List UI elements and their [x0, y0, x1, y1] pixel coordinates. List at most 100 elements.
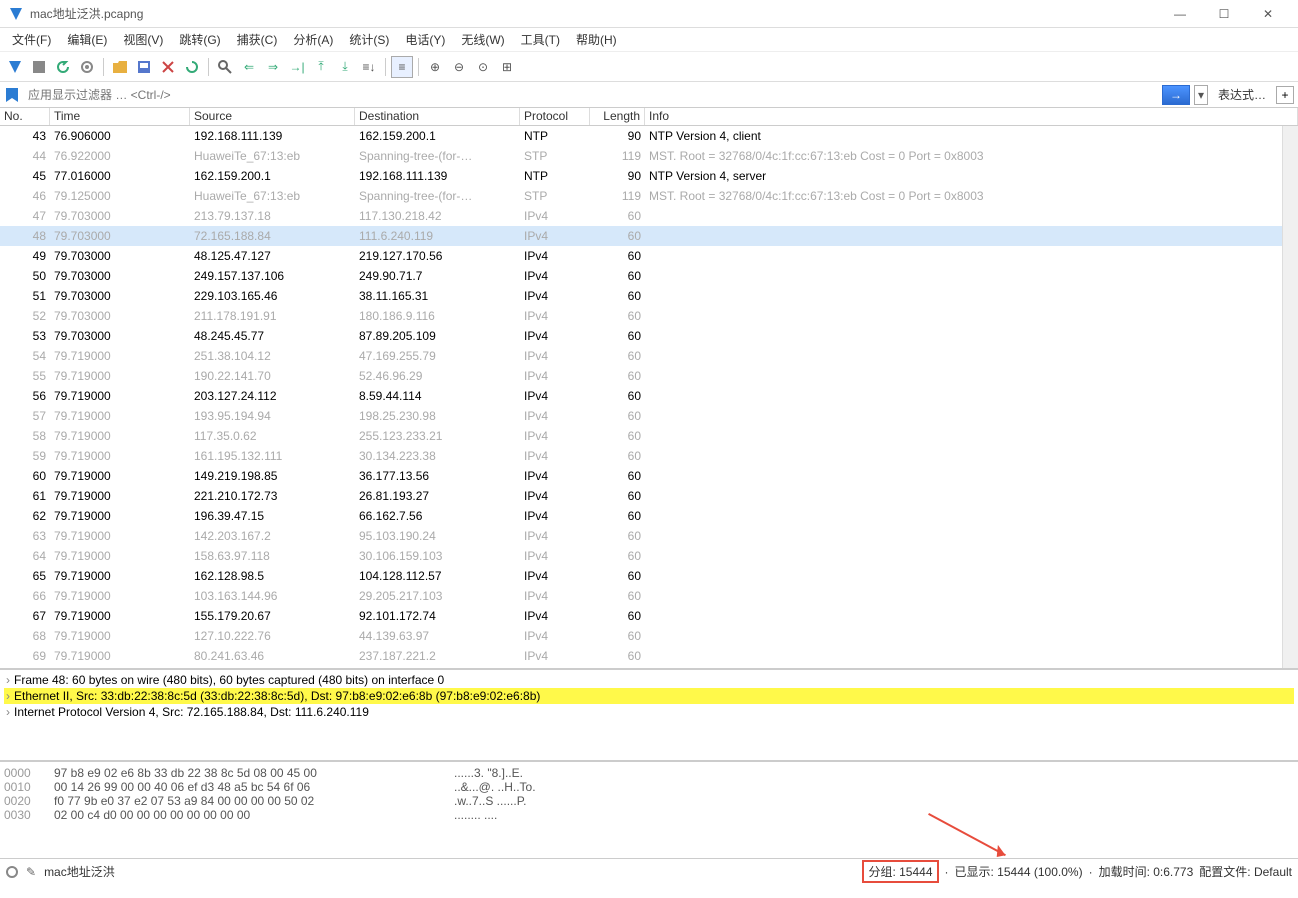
expression-label[interactable]: 表达式… [1212, 86, 1272, 103]
packet-row[interactable]: 6079.719000149.219.198.8536.177.13.56IPv… [0, 466, 1298, 486]
col-no[interactable]: No. [0, 108, 50, 125]
menu-capture[interactable]: 捕获(C) [229, 29, 286, 50]
save-icon[interactable] [133, 56, 155, 78]
packet-row[interactable]: 4577.016000162.159.200.1192.168.111.139N… [0, 166, 1298, 186]
autoscroll-icon[interactable]: ≡↓ [358, 56, 380, 78]
menubar: 文件(F) 编辑(E) 视图(V) 跳转(G) 捕获(C) 分析(A) 统计(S… [0, 28, 1298, 52]
packet-row[interactable]: 5179.703000229.103.165.4638.11.165.31IPv… [0, 286, 1298, 306]
packet-row[interactable]: 6479.719000158.63.97.11830.106.159.103IP… [0, 546, 1298, 566]
status-file: mac地址泛洪 [44, 863, 115, 880]
menu-go[interactable]: 跳转(G) [171, 29, 228, 50]
menu-statistics[interactable]: 统计(S) [341, 29, 397, 50]
packet-bytes[interactable]: 000097 b8 e9 02 e6 8b 33 db 22 38 8c 5d … [0, 760, 1298, 858]
start-capture-icon[interactable] [4, 56, 26, 78]
packet-row[interactable]: 4679.125000HuaweiTe_67:13:ebSpanning-tre… [0, 186, 1298, 206]
status-sep1: · [945, 865, 949, 879]
expand-icon[interactable]: › [6, 689, 10, 703]
packet-row[interactable]: 4376.906000192.168.111.139162.159.200.1N… [0, 126, 1298, 146]
last-icon[interactable]: ⤓ [334, 56, 356, 78]
col-protocol[interactable]: Protocol [520, 108, 590, 125]
restart-capture-icon[interactable] [52, 56, 74, 78]
packet-row[interactable]: 6879.719000127.10.222.7644.139.63.97IPv4… [0, 626, 1298, 646]
packet-row[interactable]: 6779.719000155.179.20.6792.101.172.74IPv… [0, 606, 1298, 626]
menu-tools[interactable]: 工具(T) [513, 29, 568, 50]
menu-edit[interactable]: 编辑(E) [59, 29, 115, 50]
menu-view[interactable]: 视图(V) [115, 29, 171, 50]
packet-scrollbar[interactable] [1282, 126, 1298, 668]
jump-icon[interactable]: →| [286, 56, 308, 78]
menu-telephony[interactable]: 电话(Y) [397, 29, 453, 50]
packet-row[interactable]: 4879.70300072.165.188.84111.6.240.119IPv… [0, 226, 1298, 246]
bookmark-icon[interactable] [4, 87, 20, 103]
next-icon[interactable]: ⇒ [262, 56, 284, 78]
window-title: mac地址泛洪.pcapng [30, 5, 1158, 22]
minimize-button[interactable]: — [1158, 0, 1202, 28]
zoom-reset-icon[interactable]: ⊙ [472, 56, 494, 78]
col-source[interactable]: Source [190, 108, 355, 125]
toolbar: ⇐ ⇒ →| ⤒ ⤓ ≡↓ ≡ ⊕ ⊖ ⊙ ⊞ [0, 52, 1298, 82]
hex-row[interactable]: 0020f0 77 9b e0 37 e2 07 53 a9 84 00 00 … [4, 794, 1294, 808]
resize-columns-icon[interactable]: ⊞ [496, 56, 518, 78]
statusbar: ✎ mac地址泛洪 分组: 15444 · 已显示: 15444 (100.0%… [0, 858, 1298, 884]
packet-row[interactable]: 5079.703000249.157.137.106249.90.71.7IPv… [0, 266, 1298, 286]
packet-row[interactable]: 5779.719000193.95.194.94198.25.230.98IPv… [0, 406, 1298, 426]
stop-capture-icon[interactable] [28, 56, 50, 78]
expand-icon[interactable]: › [6, 673, 10, 687]
menu-wireless[interactable]: 无线(W) [453, 29, 512, 50]
menu-file[interactable]: 文件(F) [4, 29, 59, 50]
packet-row[interactable]: 4779.703000213.79.137.18117.130.218.42IP… [0, 206, 1298, 226]
display-filter-input[interactable] [24, 86, 1158, 104]
reload-icon[interactable] [181, 56, 203, 78]
first-icon[interactable]: ⤒ [310, 56, 332, 78]
packet-row[interactable]: 5279.703000211.178.191.91180.186.9.116IP… [0, 306, 1298, 326]
column-headers: No. Time Source Destination Protocol Len… [0, 108, 1298, 126]
menu-analyze[interactable]: 分析(A) [285, 29, 341, 50]
expert-info-icon[interactable] [6, 866, 18, 878]
packet-row[interactable]: 5479.719000251.38.104.1247.169.255.79IPv… [0, 346, 1298, 366]
add-filter-button[interactable]: + [1276, 86, 1294, 104]
close-file-icon[interactable] [157, 56, 179, 78]
packet-row[interactable]: 5979.719000161.195.132.11130.134.223.38I… [0, 446, 1298, 466]
zoom-in-icon[interactable]: ⊕ [424, 56, 446, 78]
detail-row[interactable]: ›Frame 48: 60 bytes on wire (480 bits), … [4, 672, 1294, 688]
packet-row[interactable]: 6579.719000162.128.98.5104.128.112.57IPv… [0, 566, 1298, 586]
hex-row[interactable]: 003002 00 c4 d0 00 00 00 00 00 00 00 00.… [4, 808, 1294, 822]
open-icon[interactable] [109, 56, 131, 78]
status-displayed: 已显示: 15444 (100.0%) [955, 863, 1083, 880]
packet-row[interactable]: 6379.719000142.203.167.295.103.190.24IPv… [0, 526, 1298, 546]
detail-row[interactable]: ›Internet Protocol Version 4, Src: 72.16… [4, 704, 1294, 720]
packet-row[interactable]: 4476.922000HuaweiTe_67:13:ebSpanning-tre… [0, 146, 1298, 166]
zoom-out-icon[interactable]: ⊖ [448, 56, 470, 78]
col-time[interactable]: Time [50, 108, 190, 125]
detail-row[interactable]: ›Ethernet II, Src: 33:db:22:38:8c:5d (33… [4, 688, 1294, 704]
col-info[interactable]: Info [645, 108, 1298, 125]
hex-row[interactable]: 000097 b8 e9 02 e6 8b 33 db 22 38 8c 5d … [4, 766, 1294, 780]
packet-row[interactable]: 5879.719000117.35.0.62255.123.233.21IPv4… [0, 426, 1298, 446]
packet-row[interactable]: 4979.70300048.125.47.127219.127.170.56IP… [0, 246, 1298, 266]
prev-icon[interactable]: ⇐ [238, 56, 260, 78]
hex-row[interactable]: 001000 14 26 99 00 00 40 06 ef d3 48 a5 … [4, 780, 1294, 794]
packet-row[interactable]: 6679.719000103.163.144.9629.205.217.103I… [0, 586, 1298, 606]
edit-icon[interactable]: ✎ [26, 865, 36, 879]
packet-row[interactable]: 5579.719000190.22.141.7052.46.96.29IPv46… [0, 366, 1298, 386]
packet-row[interactable]: 5679.719000203.127.24.1128.59.44.114IPv4… [0, 386, 1298, 406]
filter-bar: → ▾ 表达式… + [0, 82, 1298, 108]
packet-row[interactable]: 6979.71900080.241.63.46237.187.221.2IPv4… [0, 646, 1298, 666]
filter-dropdown[interactable]: ▾ [1194, 85, 1208, 105]
col-length[interactable]: Length [590, 108, 645, 125]
colorize-icon[interactable]: ≡ [391, 56, 413, 78]
find-icon[interactable] [214, 56, 236, 78]
menu-help[interactable]: 帮助(H) [568, 29, 625, 50]
packet-details[interactable]: ›Frame 48: 60 bytes on wire (480 bits), … [0, 668, 1298, 760]
titlebar: mac地址泛洪.pcapng — ☐ ✕ [0, 0, 1298, 28]
col-destination[interactable]: Destination [355, 108, 520, 125]
packet-row[interactable]: 6179.719000221.210.172.7326.81.193.27IPv… [0, 486, 1298, 506]
packet-list[interactable]: 4376.906000192.168.111.139162.159.200.1N… [0, 126, 1298, 668]
packet-row[interactable]: 6279.719000196.39.47.1566.162.7.56IPv460 [0, 506, 1298, 526]
apply-filter-button[interactable]: → [1162, 85, 1190, 105]
close-button[interactable]: ✕ [1246, 0, 1290, 28]
packet-row[interactable]: 5379.70300048.245.45.7787.89.205.109IPv4… [0, 326, 1298, 346]
options-icon[interactable] [76, 56, 98, 78]
maximize-button[interactable]: ☐ [1202, 0, 1246, 28]
expand-icon[interactable]: › [6, 705, 10, 719]
